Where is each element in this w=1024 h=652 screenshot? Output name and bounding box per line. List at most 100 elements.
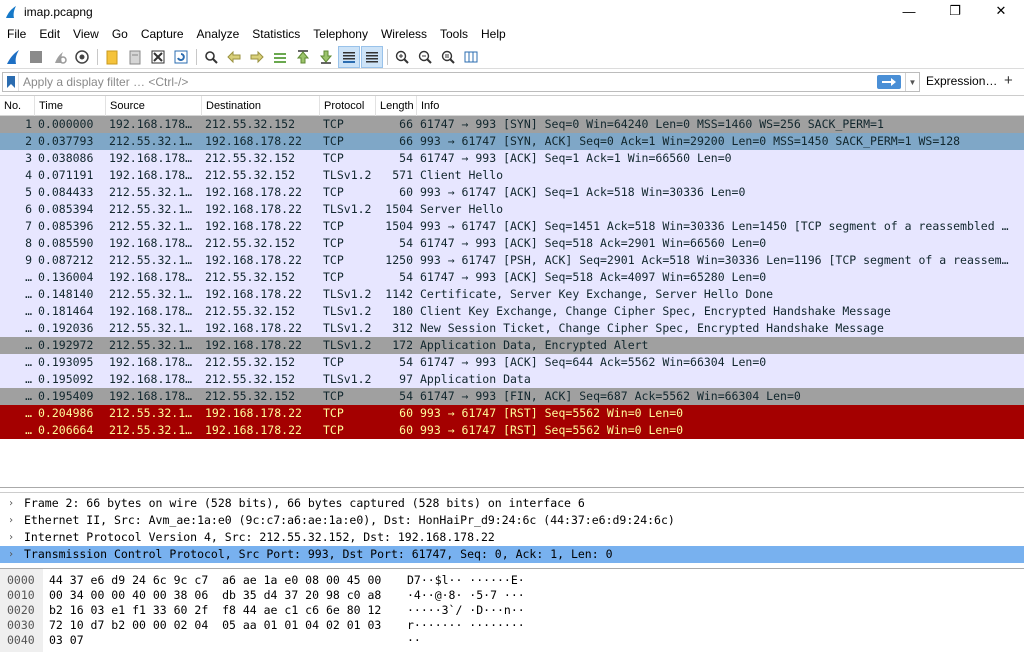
byte-hex[interactable]: 03 07 [49,633,84,648]
packet-row[interactable]: … 0.192972 212.55.32.1… 192.168.178.22 TLSv1… [0,337,1024,354]
menu-tools[interactable]: Tools [435,25,473,43]
expand-chevron-icon[interactable]: › [8,546,14,563]
packet-row[interactable]: … 0.193095 192.168.178… 212.55.32.152 TCP 54 6… [0,354,1024,371]
packet-row[interactable]: 3 0.038086 192.168.178… 212.55.32.152 TCP 54 6… [0,150,1024,167]
menu-telephony[interactable]: Telephony [308,25,373,43]
display-filter-bar: ▼ Expression… + [0,71,1024,93]
zoom-out-icon[interactable] [414,46,436,68]
save-file-icon[interactable] [124,46,146,68]
packet-row[interactable]: … 0.148140 212.55.32.1… 192.168.178.22 TLSv1… [0,286,1024,303]
apply-filter-arrow-icon[interactable] [877,75,901,89]
go-back-icon[interactable] [223,46,245,68]
cell-source: 192.168.178… [109,236,193,250]
column-header-source[interactable]: Source [106,96,202,116]
go-forward-icon[interactable] [246,46,268,68]
menu-edit[interactable]: Edit [34,25,65,43]
menu-go[interactable]: Go [107,25,133,43]
close-file-icon[interactable] [147,46,169,68]
expression-button[interactable]: Expression… [926,74,997,88]
byte-offset[interactable]: 0030 [7,618,35,633]
byte-ascii[interactable]: ·· [407,633,421,648]
find-icon[interactable] [200,46,222,68]
cell-info: 993 → 61747 [SYN, ACK] Seq=0 Ack=1 Win=2… [420,134,961,148]
menu-file[interactable]: File [2,25,31,43]
colorize-icon[interactable] [361,45,383,68]
cell-source: 212.55.32.1… [109,219,193,233]
byte-offset[interactable]: 0010 [7,588,35,603]
detail-tree-row[interactable]: › Ethernet II, Src: Avm_ae:1a:e0 (9c:c7:a… [0,512,1024,529]
detail-tree-label: Transmission Control Protocol, Src Port:… [24,547,613,561]
options-gear-icon[interactable] [71,46,93,68]
minimize-button[interactable]: — [886,0,932,22]
packet-row[interactable]: … 0.195092 192.168.178… 212.55.32.152 TLSv1.… [0,371,1024,388]
column-header-length[interactable]: Length [376,96,417,116]
column-header-time[interactable]: Time [35,96,106,116]
cell-length: 571 [392,168,413,182]
menu-capture[interactable]: Capture [136,25,189,43]
cell-time: 0.148140 [38,287,94,301]
column-header-destination[interactable]: Destination [202,96,320,116]
detail-tree-row[interactable]: › Transmission Control Protocol, Src Port… [0,546,1024,563]
restore-button[interactable]: ❐ [932,0,978,22]
column-header-no[interactable]: No. [0,96,35,116]
packet-row[interactable]: … 0.206664 212.55.32.1… 192.168.178.22 TCP 60… [0,422,1024,439]
packet-row[interactable]: 9 0.087212 212.55.32.1… 192.168.178.22 TCP 12… [0,252,1024,269]
menu-view[interactable]: View [68,25,104,43]
byte-offset[interactable]: 0020 [7,603,35,618]
restart-icon[interactable] [48,46,70,68]
reload-icon[interactable] [170,46,192,68]
byte-offset[interactable]: 0000 [7,573,35,588]
packet-row[interactable]: 1 0.000000 192.168.178… 212.55.32.152 TCP 66 6… [0,116,1024,133]
byte-ascii[interactable]: ·····3`/ ·D···n·· [407,603,525,618]
detail-tree-row[interactable]: › Frame 2: 66 bytes on wire (528 bits), 6… [0,495,1024,512]
menu-wireless[interactable]: Wireless [376,25,432,43]
menu-help[interactable]: Help [476,25,511,43]
packet-row[interactable]: 7 0.085396 212.55.32.1… 192.168.178.22 TCP 15… [0,218,1024,235]
packet-row[interactable]: … 0.192036 212.55.32.1… 192.168.178.22 TLSv1… [0,320,1024,337]
byte-ascii[interactable]: r······· ········ [407,618,525,633]
column-header-info[interactable]: Info [417,96,1024,116]
byte-hex[interactable]: 72 10 d7 b2 00 00 02 04 05 aa 01 01 04 0… [49,618,381,633]
packet-row[interactable]: 8 0.085590 192.168.178… 212.55.32.152 TCP 54 6… [0,235,1024,252]
bookmark-icon[interactable] [3,73,19,91]
packet-row[interactable]: 2 0.037793 212.55.32.1… 192.168.178.22 TCP 66… [0,133,1024,150]
byte-offset[interactable]: 0040 [7,633,35,648]
filter-history-dropdown-icon[interactable]: ▼ [905,73,919,91]
autoscroll-icon[interactable] [338,45,360,68]
shark-fin-start-icon[interactable] [2,46,24,68]
cell-length: 54 [399,270,413,284]
go-to-packet-icon[interactable] [269,46,291,68]
byte-ascii[interactable]: ·4··@·8· ·5·7 ··· [407,588,525,603]
close-button[interactable]: ✕ [978,0,1024,22]
packet-row[interactable]: … 0.136004 192.168.178… 212.55.32.152 TCP 54 6… [0,269,1024,286]
byte-hex[interactable]: 00 34 00 00 40 00 38 06 db 35 d4 37 20 9… [49,588,381,603]
zoom-normal-icon[interactable] [437,46,459,68]
go-last-icon[interactable] [315,46,337,68]
byte-hex[interactable]: b2 16 03 e1 f1 33 60 2f f8 44 ae c1 c6 6… [49,603,381,618]
detail-tree-row[interactable]: › Internet Protocol Version 4, Src: 212.5… [0,529,1024,546]
expand-chevron-icon[interactable]: › [8,512,14,529]
bytes-row: 0030 72 10 d7 b2 00 00 02 04 05 aa 01 01 … [0,618,1024,633]
column-header-protocol[interactable]: Protocol [320,96,376,116]
zoom-in-icon[interactable] [391,46,413,68]
expand-chevron-icon[interactable]: › [8,495,14,512]
open-folder-icon[interactable] [101,46,123,68]
display-filter-input[interactable] [19,73,877,91]
cell-source: 192.168.178… [109,270,193,284]
packet-row[interactable]: … 0.181464 192.168.178… 212.55.32.152 TLSv1.… [0,303,1024,320]
packet-row[interactable]: 5 0.084433 212.55.32.1… 192.168.178.22 TCP 60… [0,184,1024,201]
go-first-icon[interactable] [292,46,314,68]
menu-statistics[interactable]: Statistics [247,25,305,43]
menu-analyze[interactable]: Analyze [192,25,245,43]
packet-row[interactable]: 6 0.085394 212.55.32.1… 192.168.178.22 TLSv1… [0,201,1024,218]
cell-time: 0.193095 [38,355,94,369]
byte-hex[interactable]: 44 37 e6 d9 24 6c 9c c7 a6 ae 1a e0 08 0… [49,573,381,588]
byte-ascii[interactable]: D7··$l·· ······E· [407,573,525,588]
resize-columns-icon[interactable] [460,46,482,68]
packet-row[interactable]: 4 0.071191 192.168.178… 212.55.32.152 TLSv1.… [0,167,1024,184]
packet-row[interactable]: … 0.204986 212.55.32.1… 192.168.178.22 TCP 60… [0,405,1024,422]
expand-chevron-icon[interactable]: › [8,529,14,546]
packet-row[interactable]: … 0.195409 192.168.178… 212.55.32.152 TCP 54 6… [0,388,1024,405]
add-filter-button[interactable]: + [1004,72,1013,89]
stop-square-icon[interactable] [25,46,47,68]
